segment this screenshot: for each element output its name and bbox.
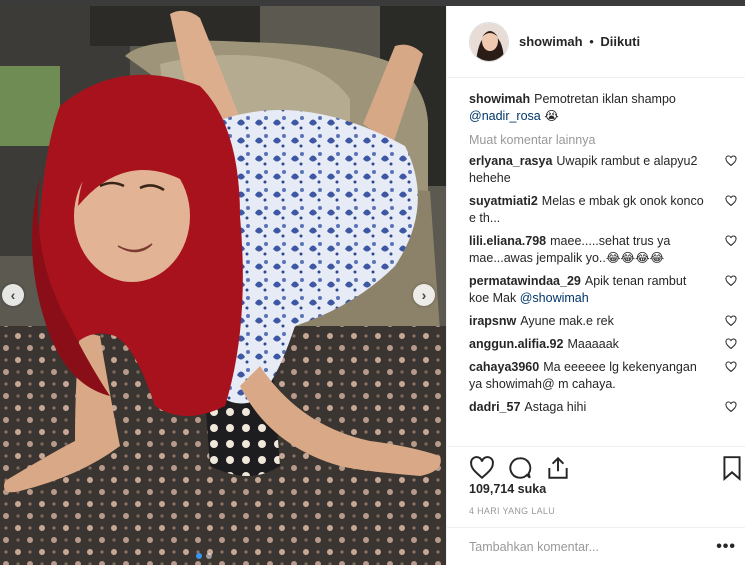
comment-username[interactable]: irapsnw	[469, 314, 516, 328]
caption-mention[interactable]: @nadir_rosa	[469, 109, 541, 123]
comment-username[interactable]: cahaya3960	[469, 360, 539, 374]
chevron-right-icon[interactable]: ›	[413, 284, 435, 306]
comment-like-icon[interactable]	[725, 361, 737, 373]
comment-like-icon[interactable]	[725, 155, 737, 167]
comment-username[interactable]: erlyana_rasya	[469, 154, 552, 168]
likes-count[interactable]: 109,714 suka	[469, 482, 546, 496]
carousel-dot	[206, 553, 212, 559]
comment-item: irapsnw Ayune mak.e rek	[469, 313, 739, 330]
header-text: showimah • Diikuti	[519, 34, 640, 49]
comment-item: cahaya3960 Ma eeeeee lg kekenyangan ya sh…	[469, 359, 739, 393]
comment-item: anggun.alifia.92 Maaaaak	[469, 336, 739, 353]
comment-icon[interactable]	[507, 455, 533, 481]
post-actions-bar	[447, 446, 745, 482]
comment-item: lili.eliana.798 maee.....sehat trus ya ma…	[469, 233, 739, 267]
post-photo-illustration	[0, 6, 446, 565]
carousel-dot	[196, 553, 202, 559]
caption-username[interactable]: showimah	[469, 92, 530, 106]
post-caption: showimah Pemotretan iklan shampo @nadir_r…	[469, 91, 739, 125]
comment-item: dadri_57 Astaga hihi	[469, 399, 739, 416]
more-options-icon[interactable]: •••	[716, 538, 736, 556]
comment-username[interactable]: suyatmiati2	[469, 194, 538, 208]
share-icon[interactable]	[545, 455, 571, 481]
post-header: showimah • Diikuti	[447, 6, 745, 78]
comment-like-icon[interactable]	[725, 401, 737, 413]
chevron-left-icon[interactable]: ‹	[2, 284, 24, 306]
comment-text: Maaaaak	[567, 337, 619, 351]
follow-status-button[interactable]: Diikuti	[600, 34, 640, 49]
comment-item: erlyana_rasya Uwapik rambut e alapyu2 heh…	[469, 153, 739, 187]
add-comment-bar: •••	[447, 527, 745, 565]
comment-like-icon[interactable]	[725, 195, 737, 207]
caption-text: Pemotretan iklan shampo	[534, 92, 676, 106]
post-side-panel: showimah • Diikuti showimah Pemotretan ik…	[446, 6, 745, 565]
comments-list: showimah Pemotretan iklan shampo @nadir_r…	[469, 91, 739, 416]
header-username[interactable]: showimah	[519, 34, 583, 49]
load-more-comments-button[interactable]: Muat komentar lainnya	[469, 133, 739, 147]
avatar[interactable]	[469, 21, 509, 62]
post-photo[interactable]: ‹ ›	[0, 6, 446, 565]
comment-username[interactable]: anggun.alifia.92	[469, 337, 563, 351]
bookmark-icon[interactable]	[719, 455, 745, 481]
caption-emoji: 😭	[544, 109, 559, 123]
add-comment-input[interactable]	[469, 539, 699, 554]
comment-like-icon[interactable]	[725, 338, 737, 350]
comment-text: Ayune mak.e rek	[520, 314, 614, 328]
header-separator: •	[589, 34, 594, 49]
heart-icon[interactable]	[469, 455, 495, 481]
comment-item: permatawindaa_29 Apik tenan rambut koe Ma…	[469, 273, 739, 307]
comment-like-icon[interactable]	[725, 235, 737, 247]
avatar-image	[470, 22, 508, 61]
comment-like-icon[interactable]	[725, 315, 737, 327]
comment-mention[interactable]: @showimah	[520, 291, 589, 305]
comment-username[interactable]: lili.eliana.798	[469, 234, 546, 248]
comment-username[interactable]: dadri_57	[469, 400, 520, 414]
post-timestamp[interactable]: 4 HARI YANG LALU	[469, 506, 555, 516]
comment-username[interactable]: permatawindaa_29	[469, 274, 581, 288]
carousel-indicator	[196, 553, 212, 559]
comment-text: Astaga hihi	[524, 400, 587, 414]
comment-item: suyatmiati2 Melas e mbak gk onok konco e …	[469, 193, 739, 227]
comment-like-icon[interactable]	[725, 275, 737, 287]
